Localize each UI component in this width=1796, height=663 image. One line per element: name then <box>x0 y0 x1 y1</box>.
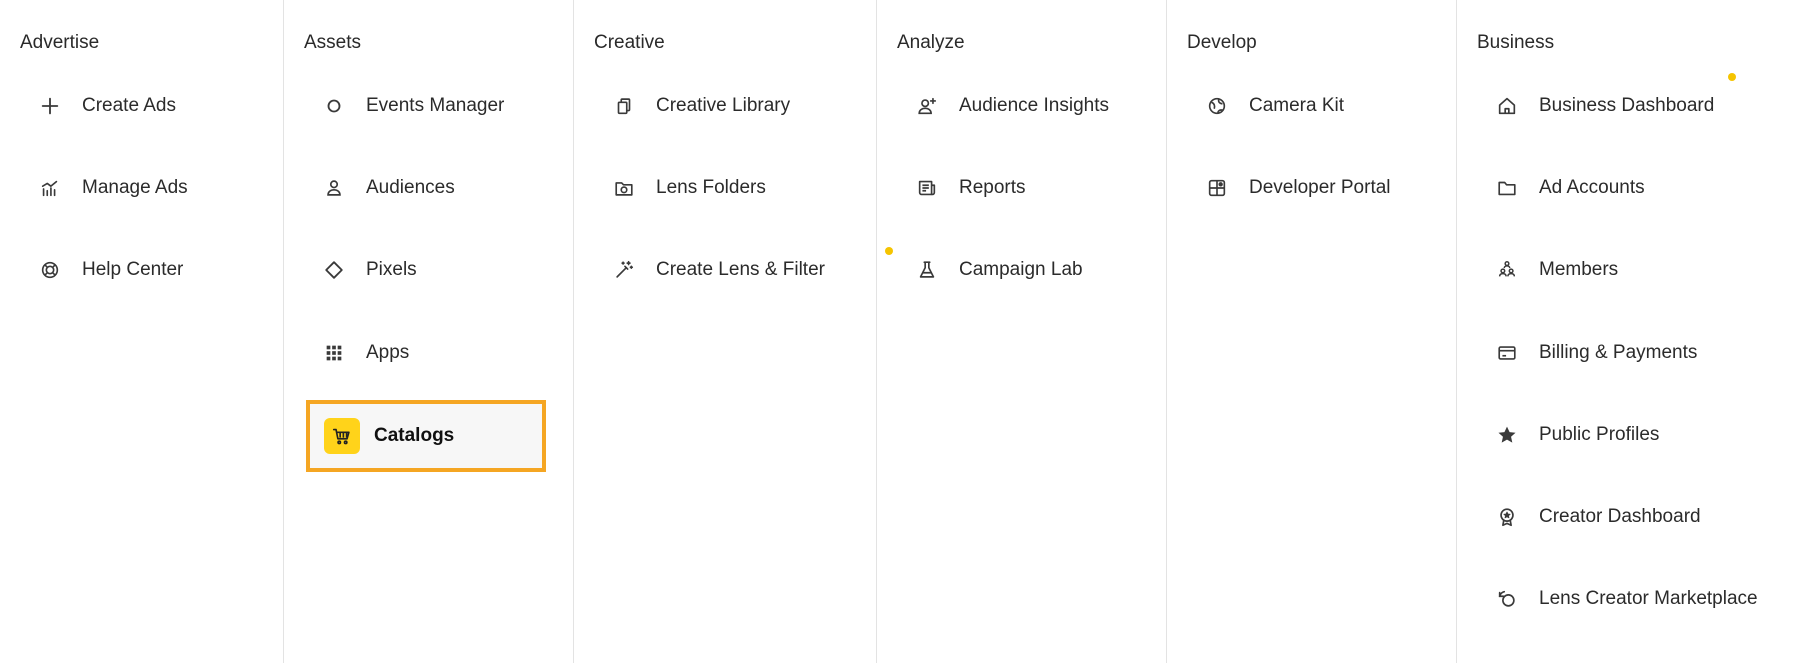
menu-item-ad-accounts[interactable]: Ad Accounts <box>1477 163 1645 213</box>
menu-item-help-center[interactable]: Help Center <box>20 245 183 295</box>
people-stack-icon <box>1489 252 1525 288</box>
menu-item-label: Help Center <box>82 259 184 280</box>
menu-item-label: Billing & Payments <box>1539 342 1698 363</box>
stacked-cards-icon <box>606 88 642 124</box>
column-heading-advertise: Advertise <box>20 32 100 53</box>
menu-item-manage-ads[interactable]: Manage Ads <box>20 163 188 213</box>
column-analyze: Analyze Audience Insights Reports Campai… <box>876 0 1166 663</box>
menu-item-label: Lens Folders <box>656 177 766 198</box>
menu-item-creative-library[interactable]: Creative Library <box>594 81 790 131</box>
menu-item-label: Creator Dashboard <box>1539 506 1701 527</box>
menu-item-label: Ad Accounts <box>1539 177 1645 198</box>
flask-icon <box>909 252 945 288</box>
menu-item-events-manager[interactable]: Events Manager <box>304 81 504 131</box>
column-advertise: Advertise Create Ads Manage Ads Help Cen… <box>0 0 283 663</box>
column-creative: Creative Creative Library Lens Folders C… <box>573 0 893 663</box>
menu-item-catalogs[interactable]: Catalogs <box>306 400 546 472</box>
menu-item-label: Apps <box>366 342 410 363</box>
menu-item-members[interactable]: Members <box>1477 245 1618 295</box>
magic-wand-icon <box>606 252 642 288</box>
menu-item-label: Audiences <box>366 177 455 198</box>
menu-item-label: Manage Ads <box>82 177 188 198</box>
menu-item-developer-portal[interactable]: Developer Portal <box>1187 163 1391 213</box>
credit-card-icon <box>1489 335 1525 371</box>
circle-icon <box>316 88 352 124</box>
menu-item-reports[interactable]: Reports <box>897 163 1026 213</box>
menu-item-audiences[interactable]: Audiences <box>304 163 455 213</box>
new-badge-dot <box>1728 73 1736 81</box>
column-business: Business Business Dashboard Ad Accounts … <box>1456 0 1796 663</box>
menu-item-label: Pixels <box>366 259 417 280</box>
person-plus-icon <box>909 88 945 124</box>
lens-cycle-icon <box>1489 581 1525 617</box>
column-develop: Develop Camera Kit Developer Portal <box>1166 0 1456 663</box>
menu-item-apps[interactable]: Apps <box>304 328 409 378</box>
folder-icon <box>1489 170 1525 206</box>
plus-icon <box>32 88 68 124</box>
menu-item-lens-folders[interactable]: Lens Folders <box>594 163 766 213</box>
menu-item-label: Events Manager <box>366 95 505 116</box>
menu-item-label: Public Profiles <box>1539 424 1660 445</box>
menu-item-label: Camera Kit <box>1249 95 1345 116</box>
menu-item-label: Audience Insights <box>959 95 1109 116</box>
menu-item-label: Campaign Lab <box>959 259 1083 280</box>
bar-chart-icon <box>32 170 68 206</box>
camera-folder-icon <box>606 170 642 206</box>
menu-item-audience-insights[interactable]: Audience Insights <box>897 81 1109 131</box>
menu-item-label: Catalogs <box>374 425 455 446</box>
menu-item-pixels[interactable]: Pixels <box>304 245 417 295</box>
menu-item-public-profiles[interactable]: Public Profiles <box>1477 410 1659 460</box>
puzzle-box-icon <box>1199 170 1235 206</box>
globe-icon <box>1199 88 1235 124</box>
menu-item-label: Reports <box>959 177 1026 198</box>
menu-item-create-ads[interactable]: Create Ads <box>20 81 176 131</box>
menu-item-label: Create Ads <box>82 95 176 116</box>
menu-item-creator-dashboard[interactable]: Creator Dashboard <box>1477 492 1701 542</box>
column-heading-business: Business <box>1477 32 1555 53</box>
person-icon <box>316 170 352 206</box>
menu-item-label: Lens Creator Marketplace <box>1539 588 1758 609</box>
menu-item-business-dashboard[interactable]: Business Dashboard <box>1477 73 1736 131</box>
column-heading-develop: Develop <box>1187 32 1257 53</box>
award-icon <box>1489 499 1525 535</box>
newspaper-icon <box>909 170 945 206</box>
lifebuoy-icon <box>32 252 68 288</box>
menu-item-label: Business Dashboard <box>1539 95 1715 116</box>
menu-item-camera-kit[interactable]: Camera Kit <box>1187 81 1344 131</box>
cart-icon <box>324 418 360 454</box>
star-icon <box>1489 417 1525 453</box>
menu-item-label: Developer Portal <box>1249 177 1391 198</box>
column-heading-creative: Creative <box>594 32 665 53</box>
menu-item-billing-payments[interactable]: Billing & Payments <box>1477 328 1697 378</box>
menu-item-campaign-lab[interactable]: Campaign Lab <box>897 245 1083 295</box>
home-icon <box>1489 88 1525 124</box>
menu-item-lens-creator-marketplace[interactable]: Lens Creator Marketplace <box>1477 574 1758 624</box>
diamond-icon <box>316 252 352 288</box>
products-menu: Advertise Create Ads Manage Ads Help Cen… <box>0 0 1796 663</box>
menu-item-label: Create Lens & Filter <box>656 259 825 280</box>
menu-item-create-lens-filter[interactable]: Create Lens & Filter <box>594 245 893 295</box>
grid-icon <box>316 335 352 371</box>
column-heading-analyze: Analyze <box>897 32 965 53</box>
column-heading-assets: Assets <box>304 32 362 53</box>
menu-item-label: Members <box>1539 259 1619 280</box>
menu-item-label: Creative Library <box>656 95 791 116</box>
column-assets: Assets Events Manager Audiences Pixels A… <box>283 0 573 663</box>
